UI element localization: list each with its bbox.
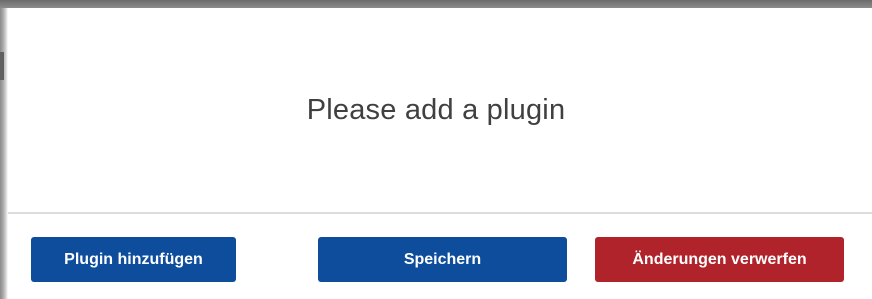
window-top-border [0, 0, 872, 8]
empty-state-message: Please add a plugin [306, 94, 566, 126]
save-button[interactable]: Speichern [318, 237, 567, 282]
window-edge-handle [0, 52, 4, 80]
add-plugin-button[interactable]: Plugin hinzufügen [31, 237, 236, 282]
footer-divider [8, 212, 872, 214]
plugin-panel: Please add a plugin Plugin hinzufügen Sp… [0, 0, 872, 299]
discard-changes-button[interactable]: Änderungen verwerfen [595, 237, 844, 282]
